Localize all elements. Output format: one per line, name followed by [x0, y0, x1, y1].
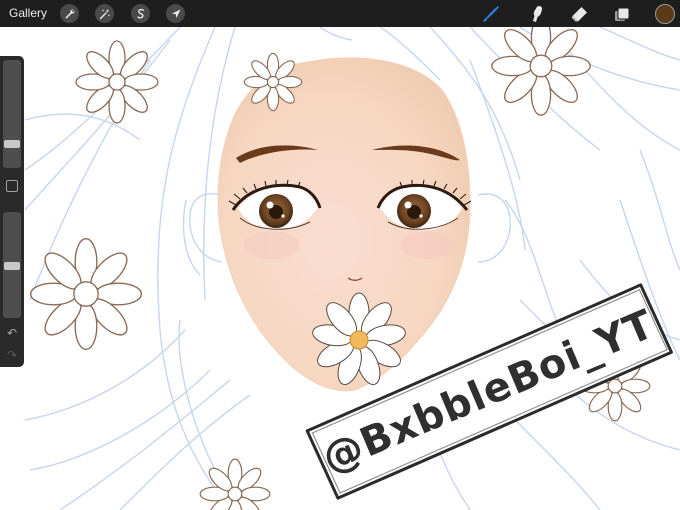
- top-toolbar: Gallery: [0, 0, 680, 27]
- gallery-button[interactable]: Gallery: [9, 6, 47, 20]
- undo-icon[interactable]: ↶: [4, 326, 20, 340]
- brush-size-slider[interactable]: [3, 60, 21, 168]
- daisy-outline-top-right: [491, 27, 591, 116]
- smudge-icon[interactable]: [526, 3, 548, 25]
- modify-button[interactable]: [6, 180, 18, 192]
- brush-size-handle[interactable]: [4, 140, 20, 148]
- selection-s-icon[interactable]: [131, 4, 150, 23]
- actions-wrench-icon[interactable]: [60, 4, 79, 23]
- daisy-outline-left: [29, 237, 143, 351]
- brush-icon[interactable]: [480, 3, 502, 25]
- brush-sidebar: ↶ ↷: [0, 56, 24, 367]
- eraser-icon[interactable]: [568, 3, 590, 25]
- drawing-canvas[interactable]: @BxbbleBoi_YT: [0, 27, 680, 510]
- artwork: @BxbbleBoi_YT: [24, 27, 680, 510]
- transform-arrow-icon[interactable]: [166, 4, 185, 23]
- layers-icon[interactable]: [611, 3, 633, 25]
- redo-icon[interactable]: ↷: [4, 348, 20, 362]
- color-swatch-button[interactable]: [655, 4, 675, 24]
- opacity-slider[interactable]: [3, 212, 21, 318]
- daisy-outline-forehead: [243, 52, 303, 112]
- opacity-handle[interactable]: [4, 262, 20, 270]
- daisy-outline-top-left: [75, 40, 159, 124]
- adjustments-wand-icon[interactable]: [95, 4, 114, 23]
- daisy-outline-bottom: [199, 458, 271, 510]
